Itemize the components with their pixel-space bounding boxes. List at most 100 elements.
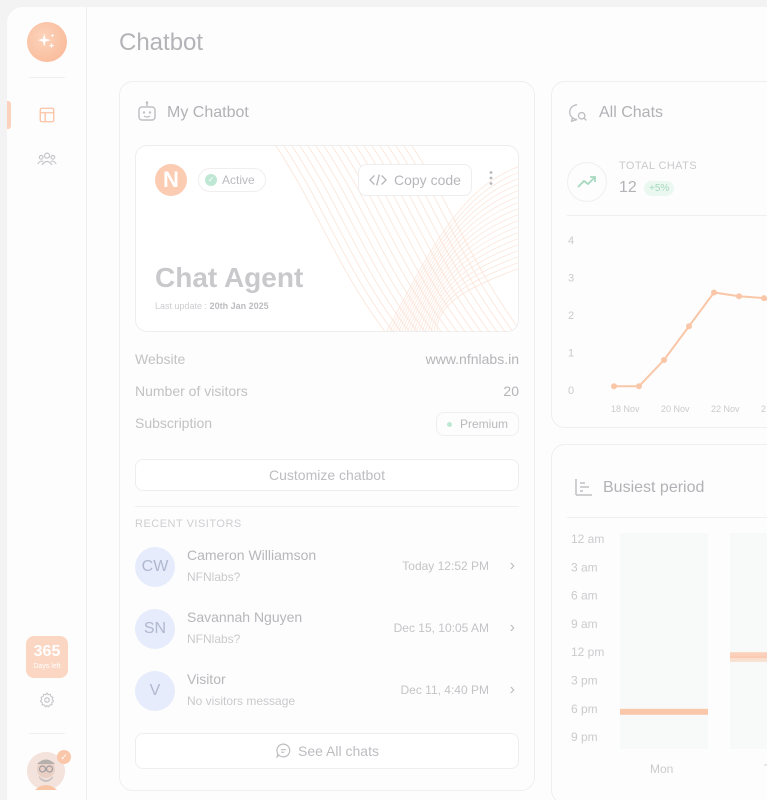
subscription-row: Subscription Premium xyxy=(135,412,519,436)
sidebar-item-dashboard[interactable] xyxy=(37,105,57,125)
more-options-button[interactable] xyxy=(483,170,499,190)
data-point[interactable] xyxy=(611,383,617,390)
y-tick-label: 9 am xyxy=(571,617,598,631)
sidebar-divider xyxy=(29,77,65,78)
users-icon xyxy=(37,152,57,166)
busiest-period-heatmap: 12 am3 am6 am9 am12 pm3 pm6 pm9 pmMonT xyxy=(571,532,767,776)
recent-visitors-label: RECENT VISITORS xyxy=(135,518,242,530)
my-chatbot-title: My Chatbot xyxy=(167,104,249,121)
total-chats-label: TOTAL CHATS xyxy=(619,160,697,172)
y-tick-label: 0 xyxy=(568,385,574,397)
x-tick-label: 20 Nov xyxy=(661,404,690,414)
visitor-item[interactable]: CW Cameron Williamson NFNlabs? Today 12:… xyxy=(135,543,519,591)
copy-code-label: Copy code xyxy=(394,172,461,188)
x-tick-label: Mon xyxy=(650,762,673,776)
agent-logo: N xyxy=(155,164,187,196)
my-chatbot-card: My Chatbot N ✓ Active Copy code Chat Age… xyxy=(119,81,535,791)
data-point[interactable] xyxy=(736,293,742,300)
verified-icon: ✓ xyxy=(57,750,71,764)
visitor-item[interactable]: V Visitor No visitors message Dec 11, 4:… xyxy=(135,667,519,715)
y-tick-label: 12 am xyxy=(571,532,604,546)
y-tick-label: 9 pm xyxy=(571,730,598,744)
y-tick-label: 3 pm xyxy=(571,674,598,688)
x-tick-label: 22 Nov xyxy=(711,404,740,414)
data-point[interactable] xyxy=(686,323,692,330)
subscription-value: Premium xyxy=(459,417,508,431)
heatmap-cell[interactable] xyxy=(730,655,767,662)
status-text: Active xyxy=(222,173,255,187)
data-point[interactable] xyxy=(636,383,642,390)
user-avatar[interactable]: ✓ xyxy=(27,750,71,790)
all-chats-card: All Chats TOTAL CHATS 12 +5% 0 1 2 3 4 18 Nov… xyxy=(551,81,767,428)
check-circle-icon: ✓ xyxy=(205,174,217,186)
copy-code-button[interactable]: Copy code xyxy=(358,164,472,196)
last-update-label: Last update : xyxy=(155,301,208,311)
days-left-label: Days left xyxy=(33,663,61,670)
y-tick-label: 3 am xyxy=(571,560,598,574)
y-tick-label: 12 pm xyxy=(571,645,604,659)
days-left-value: 365 xyxy=(33,643,61,660)
premium-dot-icon xyxy=(446,421,452,427)
x-tick-label: 18 Nov xyxy=(611,404,640,414)
code-icon xyxy=(369,174,387,186)
visitor-name: Cameron Williamson xyxy=(187,547,317,563)
visitor-avatar: V xyxy=(135,671,175,711)
trending-up-icon xyxy=(577,176,596,188)
visitor-name: Visitor xyxy=(187,671,226,687)
app-logo[interactable] xyxy=(27,22,67,62)
subscription-label: Subscription xyxy=(135,415,213,431)
visitor-item[interactable]: SN Savannah Nguyen NFNlabs? Dec 15, 10:0… xyxy=(135,605,519,653)
layout-icon xyxy=(39,107,55,123)
app-window: 365 Days left ✓ Chatbot My Chatbot N ✓ A… xyxy=(7,7,767,800)
busiest-period-title: Busiest period xyxy=(603,479,705,496)
all-chats-title: All Chats xyxy=(599,104,664,121)
heatmap-column-bg xyxy=(620,533,708,749)
divider xyxy=(135,506,519,507)
chevron-right-icon: › xyxy=(509,681,515,698)
page-title: Chatbot xyxy=(119,29,204,56)
bar-chart-icon xyxy=(575,479,592,496)
website-value[interactable]: www.nfnlabs.in xyxy=(426,351,519,367)
last-update-value: 20th Jan 2025 xyxy=(209,301,269,311)
chats-line-chart: 0 1 2 3 4 18 Nov 20 Nov 22 Nov 2 xyxy=(568,235,767,414)
gear-icon xyxy=(39,692,55,708)
kebab-menu-icon xyxy=(489,171,493,185)
busiest-period-card: Busiest period 12 am 3 am 6 am 9 am 12 pm 3 p… xyxy=(551,444,767,800)
visitor-name: Savannah Nguyen xyxy=(187,609,303,625)
chat-bubble-icon xyxy=(276,743,291,759)
data-point[interactable] xyxy=(761,295,767,302)
visitor-message: No visitors message xyxy=(187,694,296,708)
visitor-avatar: CW xyxy=(135,547,175,587)
visitor-time: Dec 15, 10:05 AM xyxy=(393,621,489,635)
visitor-avatar: SN xyxy=(135,609,175,649)
y-tick-label: 1 xyxy=(568,348,574,360)
visitors-row: Number of visitors 20 xyxy=(135,383,519,399)
settings-button[interactable] xyxy=(37,690,57,710)
chevron-right-icon: › xyxy=(509,557,515,574)
data-point[interactable] xyxy=(661,357,667,363)
sidebar: 365 Days left ✓ xyxy=(7,7,87,800)
sidebar-divider xyxy=(29,733,65,734)
heatmap-cell[interactable] xyxy=(620,708,708,715)
website-label: Website xyxy=(135,351,186,367)
y-tick-label: 2 xyxy=(568,310,574,322)
chat-search-icon xyxy=(569,104,587,123)
active-nav-indicator xyxy=(7,101,11,129)
sidebar-item-users[interactable] xyxy=(37,149,57,169)
data-point[interactable] xyxy=(711,289,717,296)
visitors-label: Number of visitors xyxy=(135,383,248,399)
status-badge: ✓ Active xyxy=(198,168,266,192)
heatmap-column-bg xyxy=(730,533,767,749)
divider xyxy=(567,215,767,216)
visitors-value: 20 xyxy=(503,383,519,399)
robot-icon xyxy=(138,101,156,121)
series-line xyxy=(614,291,767,388)
subscription-badge: Premium xyxy=(435,412,519,436)
visitor-time: Dec 11, 4:40 PM xyxy=(400,683,490,697)
customize-chatbot-button[interactable]: Customize chatbot xyxy=(135,459,519,491)
wave-line xyxy=(433,262,518,331)
see-all-chats-button[interactable]: See All chats xyxy=(135,733,519,769)
days-left-badge[interactable]: 365 Days left xyxy=(26,636,68,678)
trend-stat-icon xyxy=(567,162,607,202)
agent-name: Chat Agent xyxy=(155,262,304,293)
